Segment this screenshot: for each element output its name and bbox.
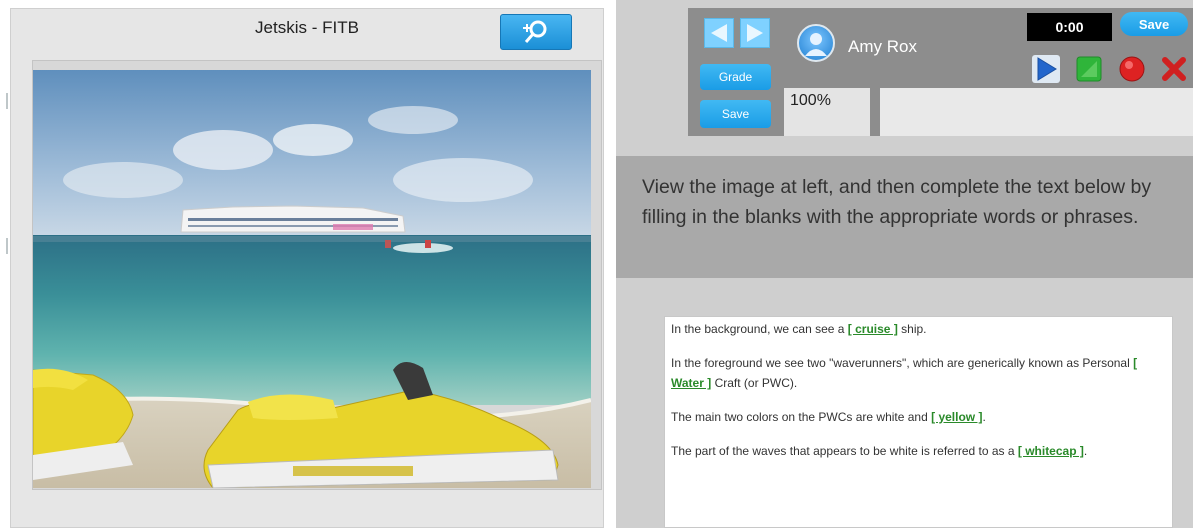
previous-button[interactable] bbox=[704, 18, 734, 48]
answer-blank-yellow[interactable]: [ yellow ] bbox=[931, 410, 982, 424]
save-button[interactable]: Save bbox=[700, 100, 771, 128]
passage-paragraph: The main two colors on the PWCs are whit… bbox=[671, 407, 1166, 427]
passage-text: In the background, we can see a bbox=[671, 322, 848, 336]
play-button[interactable] bbox=[1032, 55, 1060, 83]
record-button[interactable] bbox=[1118, 55, 1146, 83]
passage-text: The main two colors on the PWCs are whit… bbox=[671, 410, 932, 424]
passage-paragraph: In the background, we can see a [ cruise… bbox=[671, 319, 1166, 339]
passage-text: The part of the waves that appears to be… bbox=[671, 444, 1018, 458]
user-avatar-icon bbox=[797, 24, 835, 62]
answer-blank-whitecap[interactable]: [ whitecap ] bbox=[1018, 444, 1084, 458]
delete-icon bbox=[1162, 57, 1186, 81]
stop-icon bbox=[1076, 56, 1102, 82]
left-edge bbox=[0, 0, 10, 528]
play-icon bbox=[1032, 55, 1060, 83]
record-icon bbox=[1119, 56, 1145, 82]
zoom-button[interactable] bbox=[500, 14, 572, 50]
grade-button[interactable]: Grade bbox=[700, 64, 771, 90]
passage-paragraph: The part of the waves that appears to be… bbox=[671, 441, 1166, 461]
passage-text: Craft (or PWC). bbox=[711, 376, 798, 390]
jetski-photo bbox=[33, 70, 591, 488]
stop-button[interactable] bbox=[1075, 55, 1103, 83]
fill-in-passage: In the background, we can see a [ cruise… bbox=[664, 316, 1173, 528]
user-name: Amy Rox bbox=[848, 37, 917, 56]
delete-button[interactable] bbox=[1160, 55, 1188, 83]
panel-divider bbox=[604, 0, 616, 528]
passage-text: In the foreground we see two "waverunner… bbox=[671, 356, 1134, 370]
passage-text: ship. bbox=[897, 322, 927, 336]
next-button[interactable] bbox=[740, 18, 770, 48]
passage-text: . bbox=[982, 410, 986, 424]
passage-paragraph: In the foreground we see two "waverunner… bbox=[671, 353, 1166, 393]
edge-mark bbox=[6, 93, 8, 109]
zoom-in-icon bbox=[523, 20, 547, 43]
edge-mark bbox=[6, 238, 8, 254]
toolbar-status-area bbox=[880, 88, 1193, 136]
arrow-right-icon bbox=[747, 24, 763, 42]
passage-text: . bbox=[1083, 444, 1088, 458]
answer-blank-cruise[interactable]: [ cruise ] bbox=[848, 322, 898, 336]
record-save-button[interactable]: Save bbox=[1120, 12, 1188, 36]
arrow-left-icon bbox=[711, 24, 727, 42]
progress-value: 100% bbox=[784, 88, 870, 136]
record-timer: 0:00 bbox=[1027, 13, 1112, 41]
instructions-text: View the image at left, and then complet… bbox=[642, 176, 1152, 228]
